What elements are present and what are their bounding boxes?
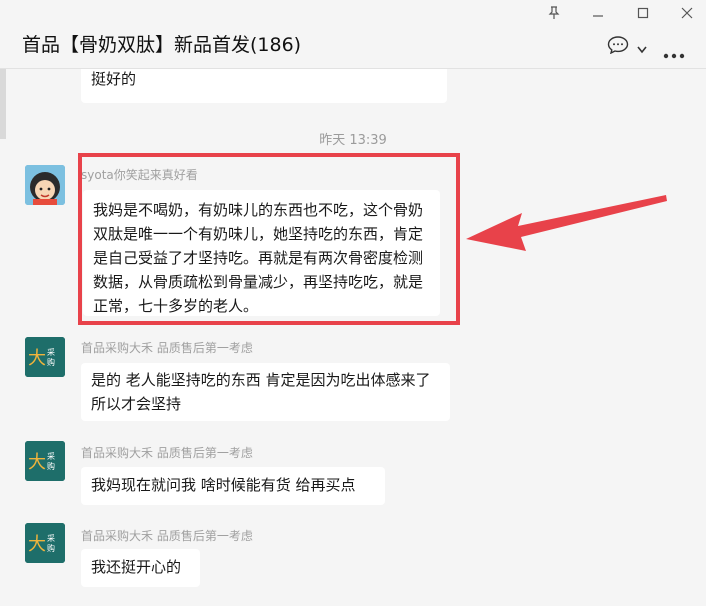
- svg-text:大: 大: [28, 534, 46, 555]
- svg-text:采: 采: [47, 533, 55, 543]
- avatar[interactable]: 大 采 购: [25, 337, 65, 377]
- close-icon[interactable]: [676, 6, 698, 24]
- message-bubble[interactable]: 我还挺开心的: [81, 549, 200, 587]
- message-bubble[interactable]: 我妈现在就问我 啥时候能有货 给再买点: [81, 467, 385, 505]
- message-text: 我还挺开心的: [91, 558, 182, 576]
- avatar[interactable]: 大 采 购: [25, 441, 65, 481]
- message-text: 挺好的: [91, 70, 137, 88]
- avatar[interactable]: [25, 165, 65, 205]
- chat-title: 首品【骨奶双肽】新品首发(186): [22, 34, 302, 56]
- message-text: 我妈现在就问我 啥时候能有货 给再买点: [91, 476, 356, 494]
- sender-name: 首品采购大禾 品质售后第一考虑: [81, 341, 253, 355]
- message-bubble[interactable]: 是的 老人能坚持吃的东西 肯定是因为吃出体感来了 所以才会坚持: [81, 363, 450, 421]
- sender-name: 首品采购大禾 品质售后第一考虑: [81, 446, 253, 460]
- svg-text:大: 大: [28, 452, 46, 473]
- maximize-icon[interactable]: [632, 6, 654, 24]
- pin-icon[interactable]: [543, 6, 565, 24]
- svg-text:购: 购: [47, 543, 55, 553]
- message-bubble: 挺好的: [81, 69, 447, 103]
- title-bar: 首品【骨奶双肽】新品首发(186): [0, 0, 706, 69]
- svg-text:购: 购: [47, 357, 55, 367]
- minimize-icon[interactable]: [587, 6, 609, 24]
- timestamp: 昨天 13:39: [319, 133, 387, 148]
- sender-name: 首品采购大禾 品质售后第一考虑: [81, 529, 253, 543]
- chat-area[interactable]: 挺好的 昨天 13:39 syota你笑起来真好看 我妈是不喝奶，有奶味儿的东西…: [0, 69, 706, 606]
- more-icon[interactable]: [663, 44, 685, 59]
- svg-text:采: 采: [47, 451, 55, 461]
- svg-text:购: 购: [47, 461, 55, 471]
- chat-bubble-icon[interactable]: [607, 36, 629, 55]
- arrow-annotation: [466, 195, 667, 251]
- highlight-box: [78, 153, 460, 325]
- svg-text:大: 大: [28, 348, 46, 369]
- svg-text:采: 采: [47, 347, 55, 357]
- avatar[interactable]: 大 采 购: [25, 523, 65, 563]
- message-text: 是的 老人能坚持吃的东西 肯定是因为吃出体感来了 所以才会坚持: [91, 371, 431, 413]
- chevron-down-icon[interactable]: [636, 40, 648, 54]
